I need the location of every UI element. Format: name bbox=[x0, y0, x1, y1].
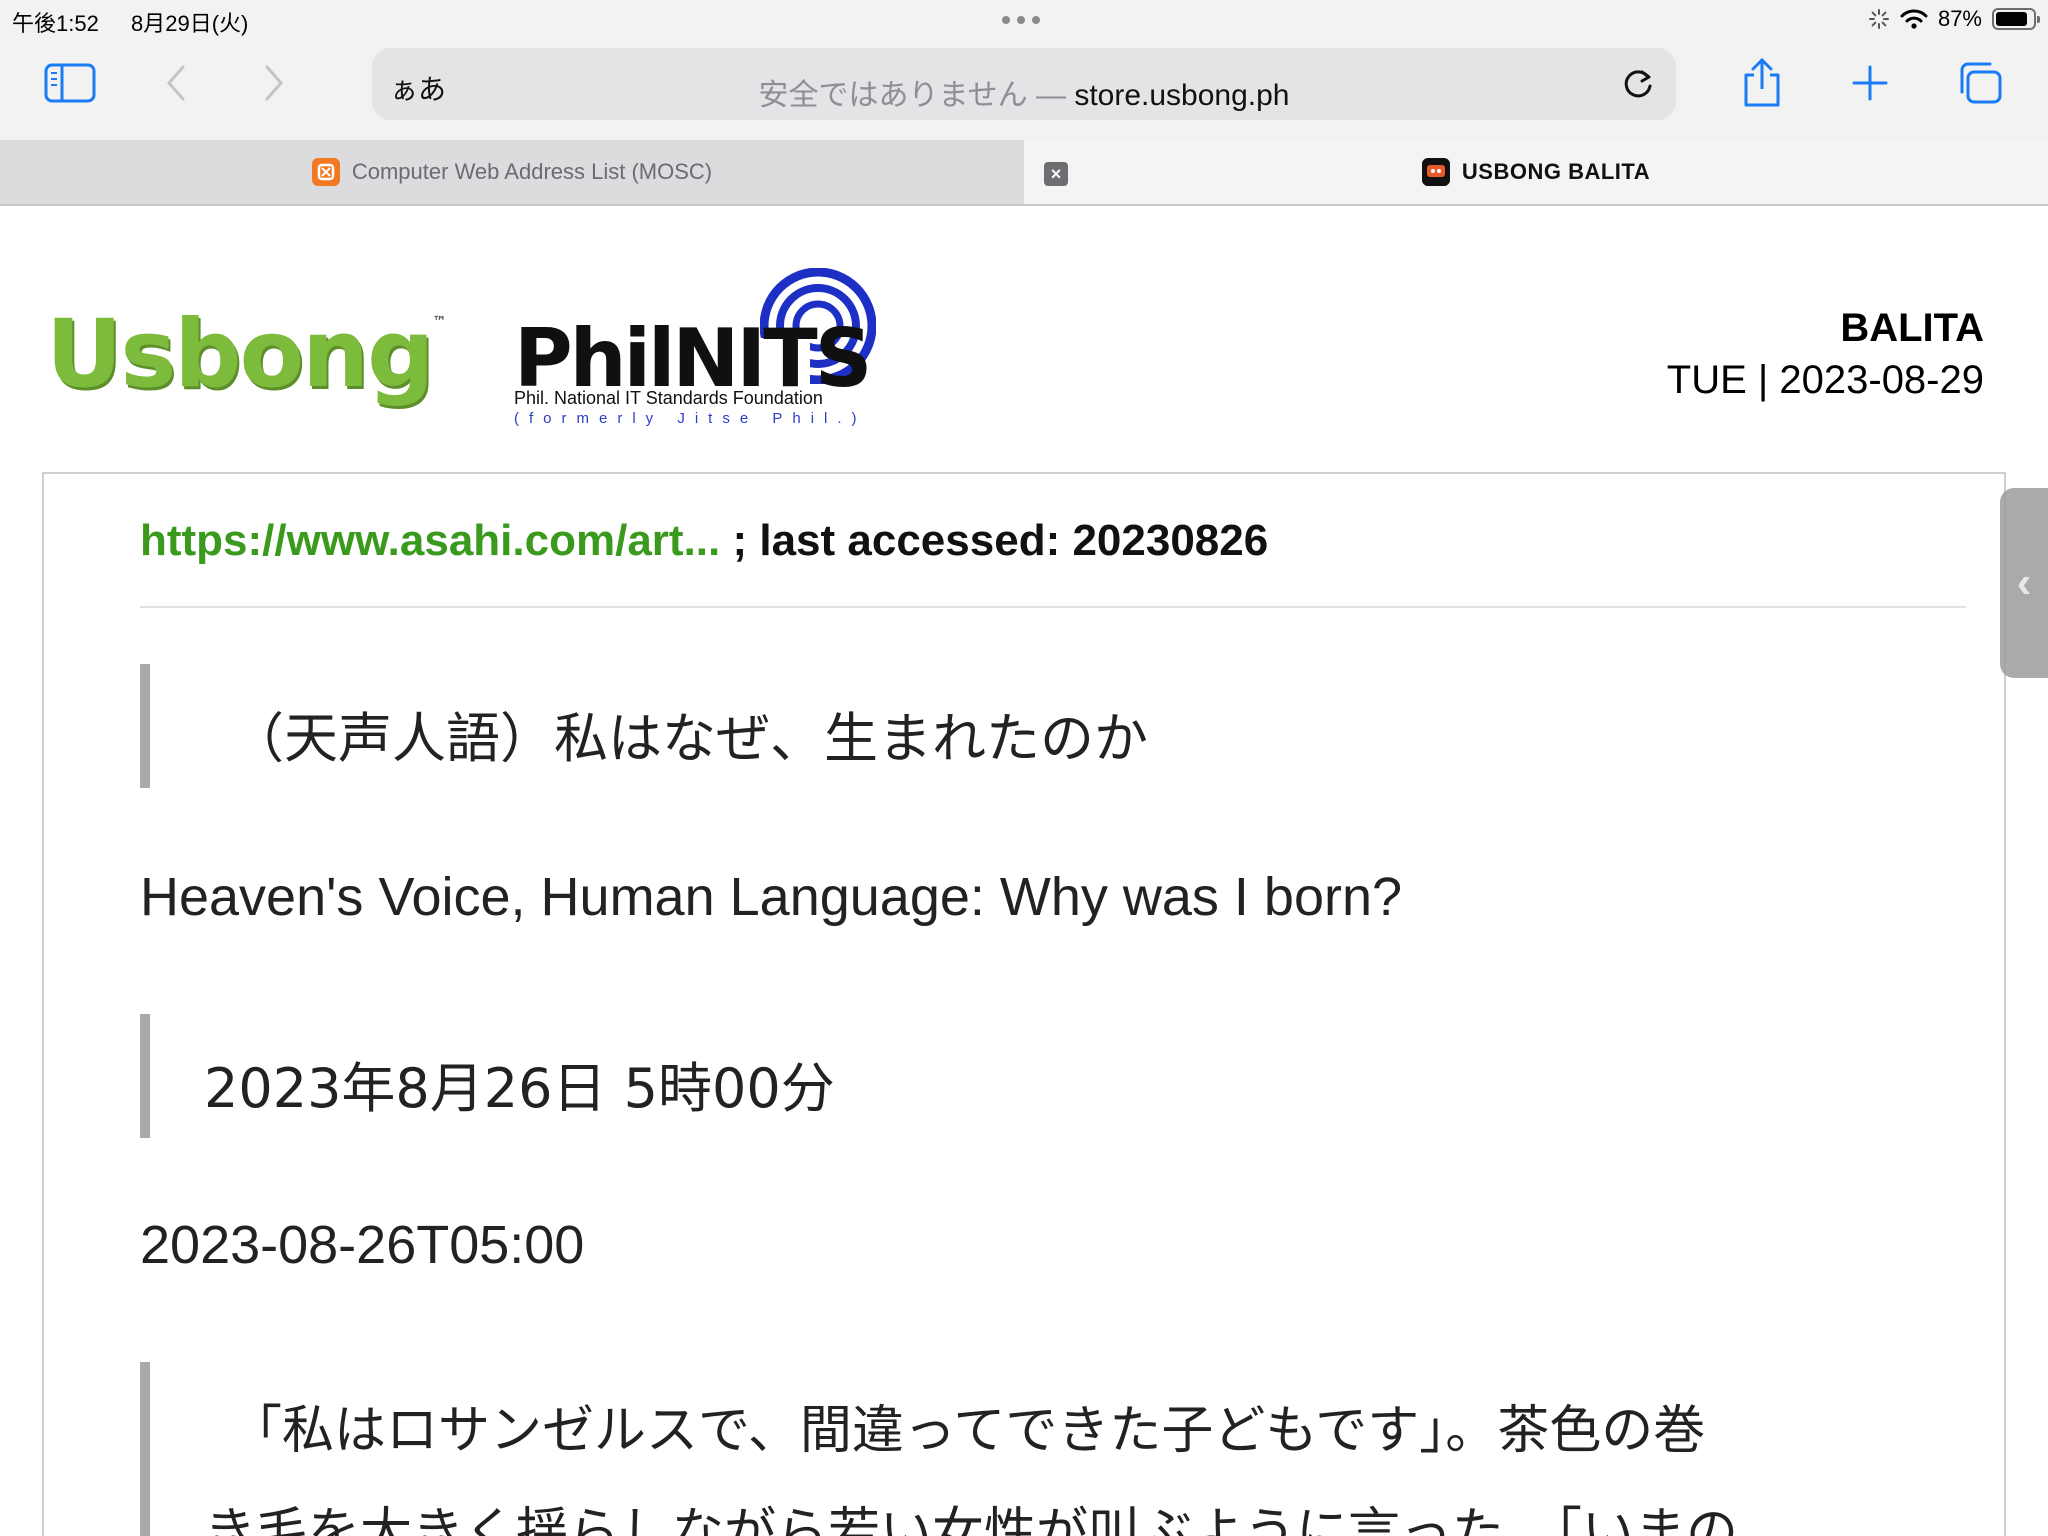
title-en: Heaven's Voice, Human Language: Why was … bbox=[140, 867, 1403, 927]
chevron-right-icon bbox=[265, 65, 283, 101]
article-source: https://www.asahi.com/art... ; last acce… bbox=[140, 516, 1268, 566]
tab-title: Computer Web Address List (MOSC) bbox=[351, 159, 713, 184]
blockquote-title-ja: （天声人語）私はなぜ、生まれたのか bbox=[140, 664, 1340, 788]
usbong-favicon-icon bbox=[1421, 158, 1450, 186]
battery-level bbox=[1996, 12, 2028, 26]
plus-icon bbox=[1852, 65, 1888, 101]
address-host: store.usbong.ph bbox=[1074, 79, 1290, 112]
status-time: 午後1:52 bbox=[12, 11, 99, 36]
new-tab-button[interactable] bbox=[1840, 58, 1900, 108]
insecure-warning: 安全ではありません — bbox=[758, 79, 1066, 112]
activity-spinner-icon bbox=[1868, 9, 1889, 29]
blockquote-body: 「私はロサンゼルスで、間違ってできた子どもです」。茶色の巻 き毛を大きく揺らしな… bbox=[140, 1362, 2010, 1536]
side-panel-handle[interactable]: ‹ bbox=[2000, 488, 2048, 678]
tab-usbong-balita[interactable]: USBONG BALITA bbox=[1024, 140, 2048, 204]
tab-overview-button[interactable] bbox=[1950, 58, 2010, 108]
divider bbox=[140, 606, 1966, 608]
status-date: 8月29日(火) bbox=[131, 11, 249, 36]
battery-icon bbox=[1992, 8, 2040, 30]
current-date: TUE | 2023-08-29 bbox=[1666, 358, 1984, 402]
article-card: https://www.asahi.com/art... ; last acce… bbox=[42, 472, 2006, 1536]
sidebar-toggle-icon[interactable] bbox=[40, 58, 100, 108]
date-ja: 2023年8月26日 5時00分 bbox=[204, 1057, 835, 1120]
battery-percent: 87% bbox=[1937, 6, 1982, 31]
wifi-icon bbox=[1900, 9, 1928, 29]
tab-title: USBONG BALITA bbox=[1461, 159, 1651, 184]
forward-button[interactable] bbox=[244, 58, 304, 108]
title-ja: （天声人語）私はなぜ、生まれたのか bbox=[230, 707, 1148, 770]
body-line: き毛を大きく揺らしながら若い女性が叫ぶように言った。「いまの bbox=[204, 1503, 1739, 1536]
status-bar: 午後1:52 8月29日(火) 87% bbox=[0, 0, 2048, 40]
address-text[interactable]: 安全ではありません — store.usbong.ph bbox=[372, 70, 1676, 114]
tabs-icon bbox=[1960, 62, 2002, 104]
address-bar[interactable]: ぁあ 安全ではありません — store.usbong.ph bbox=[372, 48, 1676, 120]
reload-icon[interactable] bbox=[1618, 64, 1658, 104]
status-indicators: 87% bbox=[1868, 6, 2040, 32]
back-button[interactable] bbox=[146, 58, 206, 108]
section-title: BALITA bbox=[1840, 306, 1984, 350]
source-link[interactable]: https://www.asahi.com/art... bbox=[140, 516, 720, 565]
share-button[interactable] bbox=[1732, 57, 1792, 108]
chevron-left-icon bbox=[167, 65, 185, 101]
browser-toolbar: ぁあ 安全ではありません — store.usbong.ph bbox=[0, 40, 2048, 140]
body-line: 「私はロサンゼルスで、間違ってできた子どもです」。茶色の巻 bbox=[230, 1401, 1706, 1461]
tab-bar: Computer Web Address List (MOSC) USBONG … bbox=[0, 140, 2048, 206]
last-accessed: ; last accessed: 20230826 bbox=[720, 516, 1269, 565]
close-tab-icon[interactable]: × bbox=[1044, 162, 1068, 186]
multitasking-dots-icon[interactable] bbox=[1002, 16, 1040, 24]
tab-mosc[interactable]: Computer Web Address List (MOSC) bbox=[0, 140, 1024, 204]
mosc-favicon-icon bbox=[311, 158, 340, 186]
date-iso: 2023-08-26T05:00 bbox=[140, 1215, 585, 1275]
share-icon bbox=[1744, 57, 1780, 107]
chevron-left-icon: ‹ bbox=[2016, 558, 2032, 607]
usbong-logo[interactable]: Usbong™ bbox=[46, 300, 446, 409]
blockquote-date-ja: 2023年8月26日 5時00分 bbox=[140, 1014, 1340, 1138]
philnits-logo[interactable]: PhilNITS Phil. National IT Standards Fou… bbox=[512, 268, 876, 428]
